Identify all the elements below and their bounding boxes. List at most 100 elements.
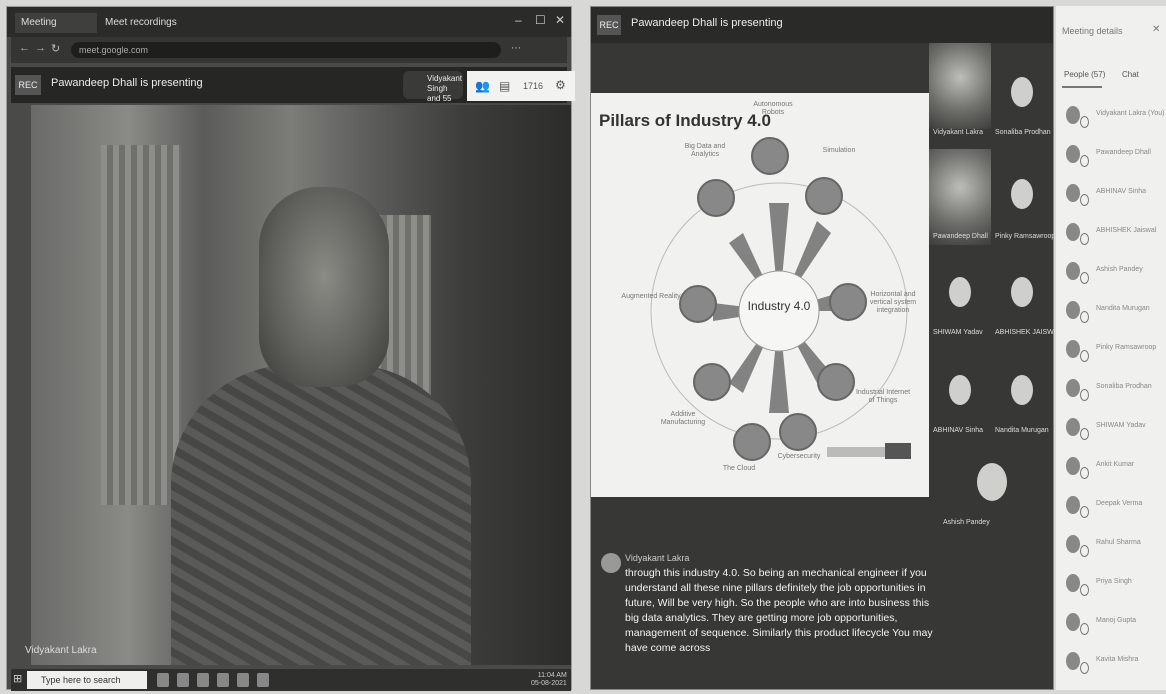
avatar xyxy=(1066,301,1080,319)
participant-row[interactable]: Pawandeep Dhall xyxy=(1064,141,1164,177)
url-input[interactable]: meet.google.com xyxy=(71,42,501,58)
browser-tab-bar: Meeting Meet recordings – ☐ ✕ xyxy=(7,7,571,37)
tab-chat[interactable]: Chat xyxy=(1122,70,1139,79)
store-icon[interactable] xyxy=(217,673,229,687)
presenter-banner-right: Pawandeep Dhall is presenting xyxy=(631,17,783,29)
reload-icon[interactable]: ↻ xyxy=(51,42,60,55)
participant-name: Pinky Ramsawroop xyxy=(1096,344,1157,351)
pillar-iiot-icon xyxy=(817,363,855,401)
mic-icon xyxy=(1080,428,1089,440)
minimize-icon[interactable]: – xyxy=(515,13,522,27)
clock-date: 05-08-2021 xyxy=(531,680,567,687)
participant-name: Nandita Murugan xyxy=(1096,305,1150,312)
mic-icon xyxy=(1080,233,1089,245)
participant-name: Ankit Kumar xyxy=(1096,461,1135,468)
participant-name: Deepak Verma xyxy=(1096,500,1143,507)
activities-icon[interactable]: ⚙ xyxy=(555,78,566,92)
participant-name: ABHISHEK Jaiswal xyxy=(1096,227,1157,234)
chrome-icon[interactable] xyxy=(257,673,269,687)
mic-icon xyxy=(1080,545,1089,557)
pillar-label: The Cloud xyxy=(722,465,756,472)
windows-start-icon[interactable]: ⊞ xyxy=(13,672,22,685)
pillar-label: Industrial Internet of Things xyxy=(855,389,911,404)
pillar-cloud-icon xyxy=(733,423,771,461)
participant-row[interactable]: ABHINAV Sinha xyxy=(1064,180,1164,216)
participant-row[interactable]: ABHISHEK Jaiswal xyxy=(1064,219,1164,255)
mic-icon xyxy=(1080,467,1089,479)
close-icon[interactable]: ✕ xyxy=(555,13,565,27)
participant-row[interactable]: Sonaliba Prodhan xyxy=(1064,375,1164,411)
tile-name: Pinky Ramsawroop xyxy=(995,233,1056,240)
speaker-body xyxy=(171,365,471,665)
rec-badge: REC xyxy=(15,75,41,95)
mail-icon[interactable] xyxy=(237,673,249,687)
participant-row[interactable]: Deepak Verma xyxy=(1064,492,1164,528)
avatar xyxy=(1066,106,1080,124)
task-view-icon[interactable] xyxy=(157,673,169,687)
tab-meet-recordings[interactable]: Meet recordings xyxy=(99,13,195,33)
participant-row[interactable]: Manoj Gupta xyxy=(1064,609,1164,645)
meeting-details-panel: Meeting details ✕ People (57) Chat Vidya… xyxy=(1056,6,1166,690)
participant-row[interactable]: Ankit Kumar xyxy=(1064,453,1164,489)
close-icon[interactable]: ✕ xyxy=(1152,24,1160,35)
participant-row[interactable]: Vidyakant Lakra (You) xyxy=(1064,102,1165,138)
tile-name: ABHISHEK JAISWAL xyxy=(995,329,1063,336)
avatar xyxy=(1066,340,1080,358)
tab-meeting[interactable]: Meeting xyxy=(15,13,97,33)
speaker-head xyxy=(259,187,389,387)
taskbar-clock: 11:04 AM 05-08-2021 xyxy=(531,672,567,688)
mic-icon xyxy=(1080,389,1089,401)
curtain xyxy=(101,145,181,505)
participant-name: Ashish Pandey xyxy=(1096,266,1143,273)
avatar xyxy=(1066,535,1080,553)
pillar-additive-icon xyxy=(693,363,731,401)
avatar xyxy=(1066,184,1080,202)
participant-row[interactable]: Rahul Sharma xyxy=(1064,531,1164,567)
pillar-ar-icon xyxy=(679,285,717,323)
participant-row[interactable]: Pinky Ramsawroop xyxy=(1064,336,1164,372)
pillar-label: Big Data and Analytics xyxy=(684,143,726,158)
participant-row[interactable]: SHIWAM Yadav xyxy=(1064,414,1164,450)
file-explorer-icon[interactable] xyxy=(197,673,209,687)
left-window: Meeting Meet recordings – ☐ ✕ ← → ↻ meet… xyxy=(6,6,575,691)
participant-row[interactable]: Ashish Pandey xyxy=(1064,258,1164,294)
windows-taskbar: ⊞ Type here to search 11:04 AM 05-08-202… xyxy=(11,669,571,691)
chat-icon[interactable]: ▤ xyxy=(499,79,510,93)
maximize-icon[interactable]: ☐ xyxy=(535,13,546,27)
pillar-simulation-icon xyxy=(805,177,843,215)
live-caption: Vidyakant Lakra through this industry 4.… xyxy=(597,551,937,656)
participant-count: 1716 xyxy=(523,81,544,91)
pillar-label: Autonomous Robots xyxy=(753,101,793,116)
avatar xyxy=(1011,77,1033,107)
mic-icon xyxy=(1080,623,1089,635)
pillar-cybersecurity-icon xyxy=(779,413,817,451)
edge-icon[interactable] xyxy=(177,673,189,687)
hub-label: Industry 4.0 xyxy=(747,299,811,313)
avatar xyxy=(1066,457,1080,475)
participant-tile[interactable] xyxy=(929,43,991,129)
participant-tile[interactable] xyxy=(929,149,991,245)
participant-row[interactable]: Priya Singh xyxy=(1064,570,1164,606)
mic-icon xyxy=(1080,272,1089,284)
pillar-label: Horizontal and vertical system integrati… xyxy=(869,291,917,314)
mic-icon xyxy=(1080,350,1089,362)
pillar-bigdata-icon xyxy=(697,179,735,217)
extensions-icon[interactable]: ⋯ xyxy=(511,43,521,54)
pillar-label: Additive Manufacturing xyxy=(660,411,706,426)
forward-arrow-icon[interactable]: → xyxy=(35,42,46,54)
tab-people[interactable]: People (57) xyxy=(1064,70,1105,79)
avatar xyxy=(977,463,1007,501)
taskbar-search-input[interactable]: Type here to search xyxy=(27,671,147,689)
participant-row[interactable]: Kavita Mishra xyxy=(1064,648,1164,684)
back-arrow-icon[interactable]: ← xyxy=(19,42,30,54)
participant-pill[interactable]: Vidyakant Singh and 55 more xyxy=(403,71,463,113)
tile-name: Nandita Murugan xyxy=(995,427,1049,434)
avatar xyxy=(1011,179,1033,209)
tile-name: SHIWAM Yadav xyxy=(933,329,983,336)
speaker-name-tag: Vidyakant Lakra xyxy=(25,645,97,656)
people-icon[interactable]: 👥 xyxy=(475,79,490,93)
participant-name: Priya Singh xyxy=(1096,578,1132,585)
caption-avatar xyxy=(601,553,621,573)
participant-row[interactable]: Nandita Murugan xyxy=(1064,297,1164,333)
mic-icon xyxy=(1080,311,1089,323)
